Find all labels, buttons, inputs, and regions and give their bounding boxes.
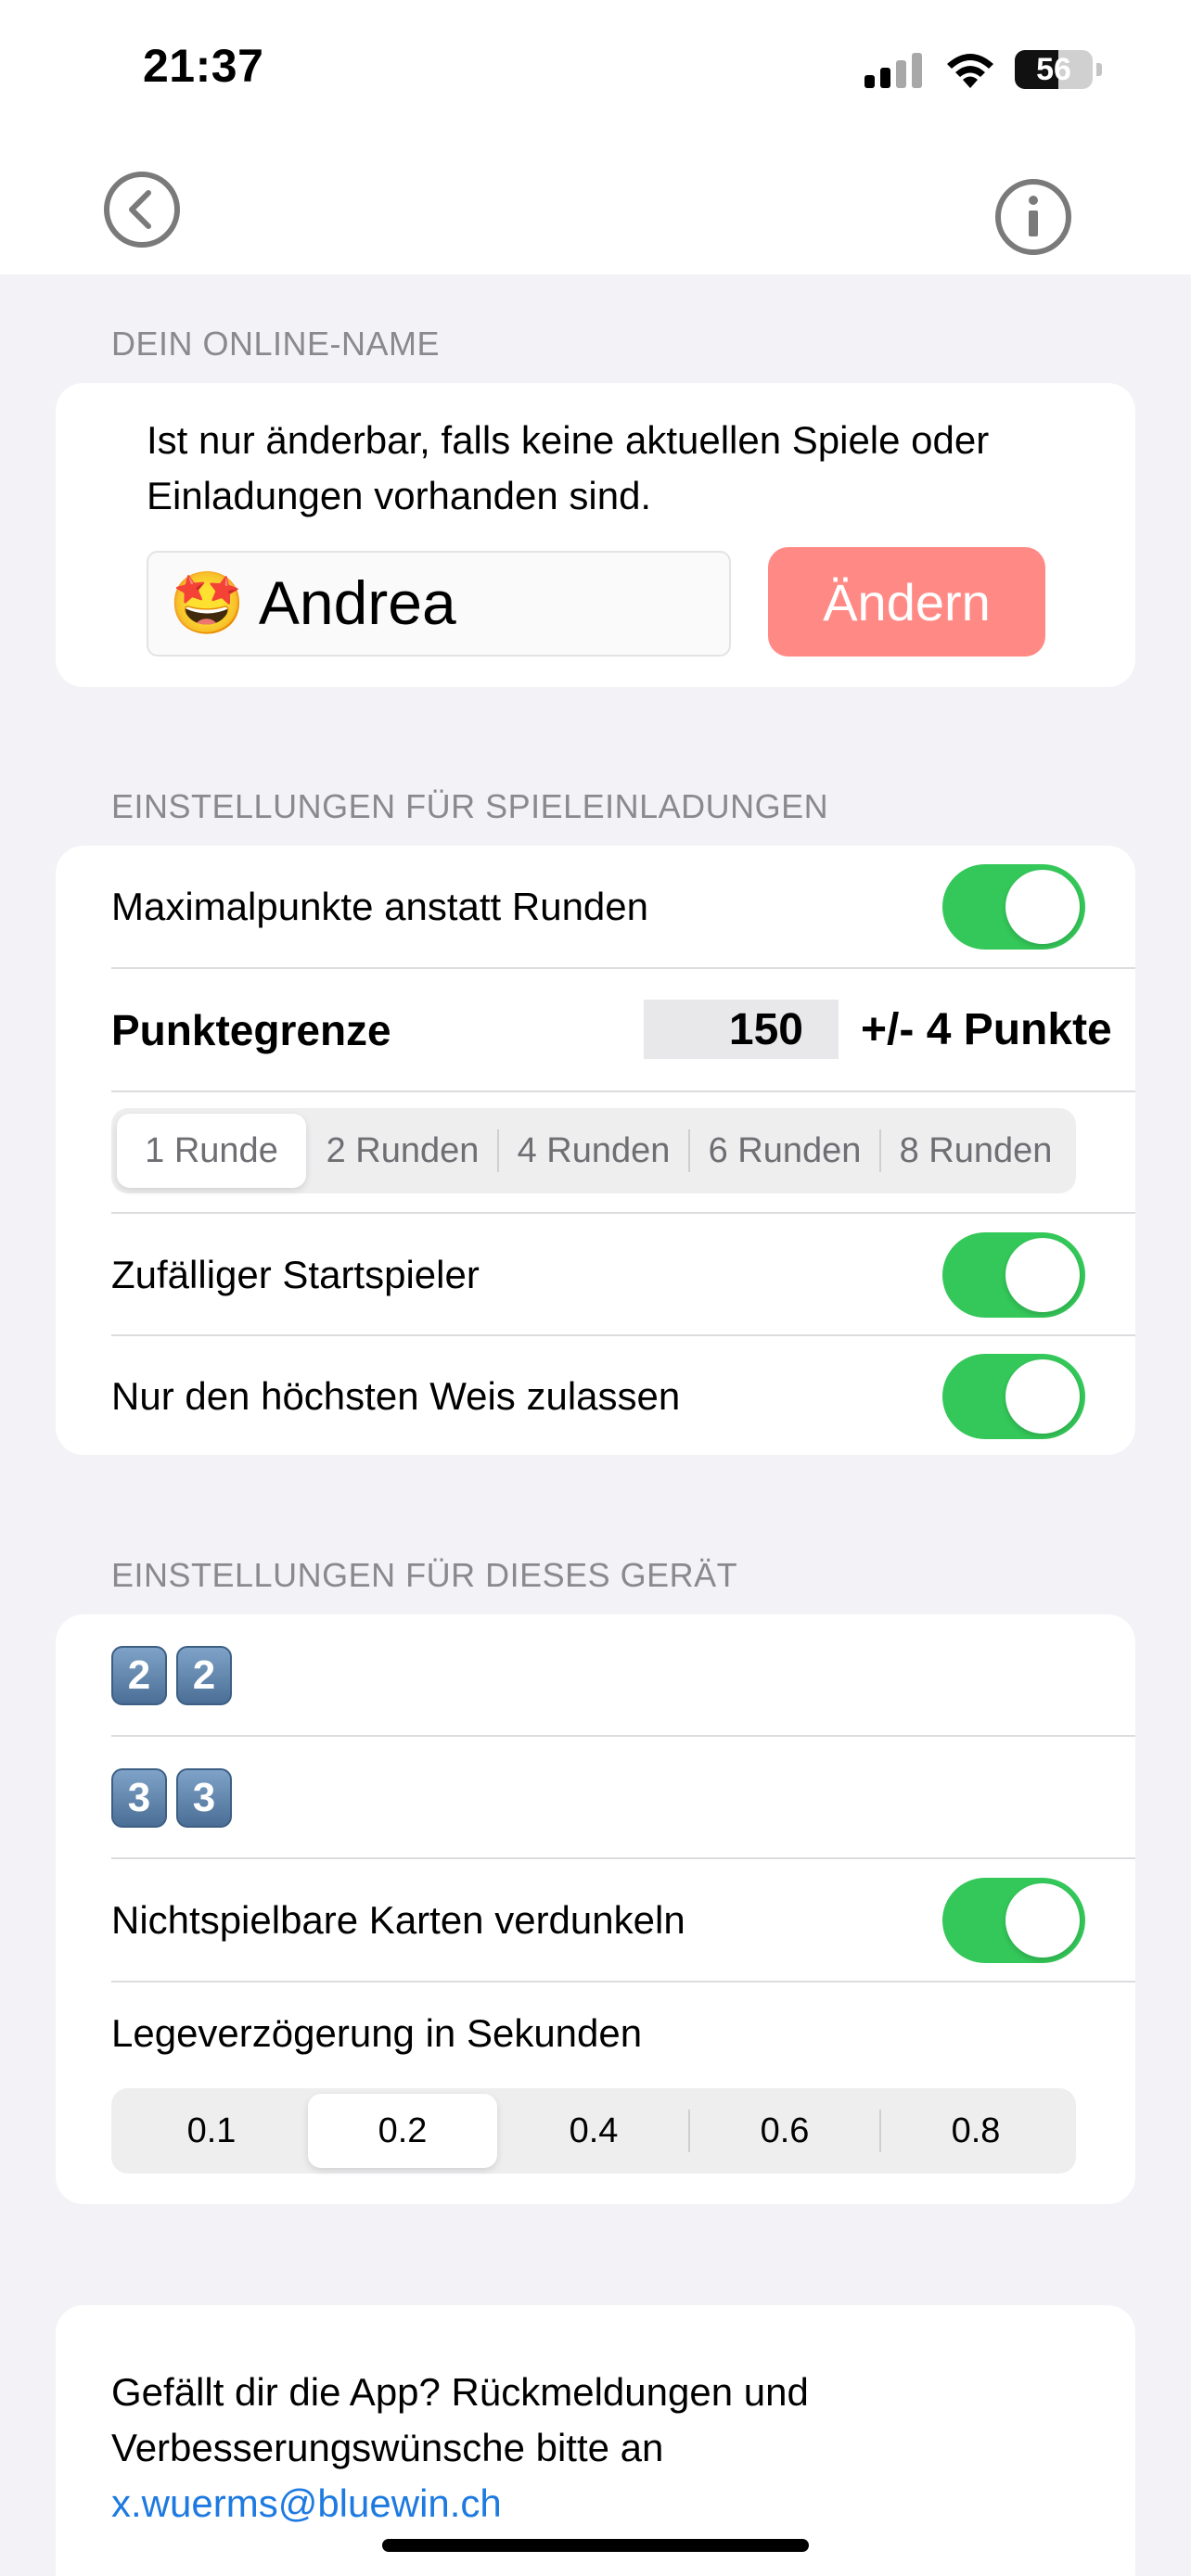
status-time: 21:37	[143, 40, 264, 92]
keycap-3-icon: 3	[111, 1767, 167, 1828]
delay-option[interactable]: 0.2	[308, 2094, 497, 2168]
feedback-text: Gefällt dir die App? Rückmeldungen und V…	[111, 2365, 809, 2531]
back-button[interactable]	[103, 171, 181, 249]
device-card: 2 2 3 3 Nichtspielbare Karten verdunkeln…	[56, 1614, 1135, 2204]
keycap-2-icon: 2	[111, 1645, 167, 1705]
highest-weis-label: Nur den höchsten Weis zulassen	[111, 1373, 681, 1418]
delay-option[interactable]: 0.6	[690, 2094, 879, 2168]
divider	[111, 1981, 1135, 1983]
wifi-icon	[947, 54, 993, 88]
dim-cards-row: Nichtspielbare Karten verdunkeln	[111, 1859, 1135, 1981]
max-points-row: Maximalpunkte anstatt Runden	[111, 846, 1135, 967]
random-start-toggle[interactable]	[942, 1231, 1085, 1318]
invitations-header: EINSTELLUNGEN FÜR SPIELEINLADUNGEN	[111, 787, 829, 825]
keycap-3-icon: 3	[176, 1767, 232, 1828]
dim-cards-toggle[interactable]	[942, 1877, 1085, 1963]
rounds-option[interactable]: 4 Runden	[499, 1114, 688, 1188]
card-back-row-3[interactable]: 3 3	[111, 1737, 1135, 1858]
points-limit-value: 150	[728, 1004, 803, 1054]
info-button[interactable]	[994, 178, 1072, 256]
rounds-option[interactable]: 1 Runde	[117, 1114, 306, 1188]
highest-weis-toggle[interactable]	[942, 1353, 1085, 1439]
delay-segmented-control: 0.1 0.2 0.4 0.6 0.8	[111, 2088, 1076, 2174]
cellular-signal-icon	[864, 53, 922, 88]
max-points-toggle[interactable]	[942, 863, 1085, 950]
battery-icon: 56	[1015, 50, 1102, 89]
feedback-card: Gefällt dir die App? Rückmeldungen und V…	[56, 2305, 1135, 2576]
change-name-button[interactable]: Ändern	[768, 547, 1045, 657]
rounds-option[interactable]: 2 Runden	[308, 1114, 497, 1188]
rounds-option[interactable]: 6 Runden	[690, 1114, 879, 1188]
points-limit-label: Punktegrenze	[111, 1005, 391, 1054]
random-start-row: Zufälliger Startspieler	[111, 1214, 1135, 1335]
online-name-card: Ist nur änderbar, falls keine aktuellen …	[56, 383, 1135, 687]
keycap-2-icon: 2	[176, 1645, 232, 1705]
feedback-line-1: Gefällt dir die App? Rückmeldungen und	[111, 2370, 809, 2414]
online-name-input[interactable]: 🤩 Andrea	[147, 551, 731, 657]
name-value: 🤩 Andrea	[169, 568, 456, 637]
delay-option[interactable]: 0.1	[117, 2094, 306, 2168]
rounds-segmented-control: 1 Runde 2 Runden 4 Runden 6 Runden 8 Runden	[111, 1108, 1076, 1193]
device-header: EINSTELLUNGEN FÜR DIESES GERÄT	[111, 1556, 738, 1594]
chevron-left-circle-icon	[104, 172, 180, 248]
delay-label: Legeverzögerung in Sekunden	[111, 2011, 643, 2055]
invitations-card: Maximalpunkte anstatt Runden Punktegrenz…	[56, 846, 1135, 1455]
online-name-description: Ist nur änderbar, falls keine aktuellen …	[147, 418, 990, 517]
feedback-line-2: Verbesserungswünsche bitte an	[111, 2426, 664, 2469]
points-tolerance: +/- 4 Punkte	[861, 1005, 1112, 1054]
random-start-label: Zufälliger Startspieler	[111, 1252, 480, 1296]
card-back-row-2[interactable]: 2 2	[111, 1614, 1135, 1736]
divider	[111, 1090, 1135, 1092]
feedback-email-link[interactable]: x.wuerms@bluewin.ch	[111, 2481, 502, 2525]
battery-level: 56	[1036, 51, 1071, 87]
max-points-label: Maximalpunkte anstatt Runden	[111, 884, 648, 928]
delay-option[interactable]: 0.4	[499, 2094, 688, 2168]
status-icons: 56	[864, 46, 1102, 93]
online-name-header: DEIN ONLINE-NAME	[111, 325, 441, 363]
highest-weis-row: Nur den höchsten Weis zulassen	[111, 1335, 1135, 1457]
home-indicator[interactable]	[382, 2539, 809, 2552]
top-bar: 21:37 56	[0, 0, 1191, 274]
points-limit-field[interactable]: 150	[644, 1000, 839, 1059]
delay-option[interactable]: 0.8	[881, 2094, 1070, 2168]
info-circle-icon	[995, 179, 1071, 255]
dim-cards-label: Nichtspielbare Karten verdunkeln	[111, 1897, 685, 1942]
rounds-option[interactable]: 8 Runden	[881, 1114, 1070, 1188]
points-limit-row: Punktegrenze 150 +/- 4 Punkte	[111, 969, 1135, 1090]
